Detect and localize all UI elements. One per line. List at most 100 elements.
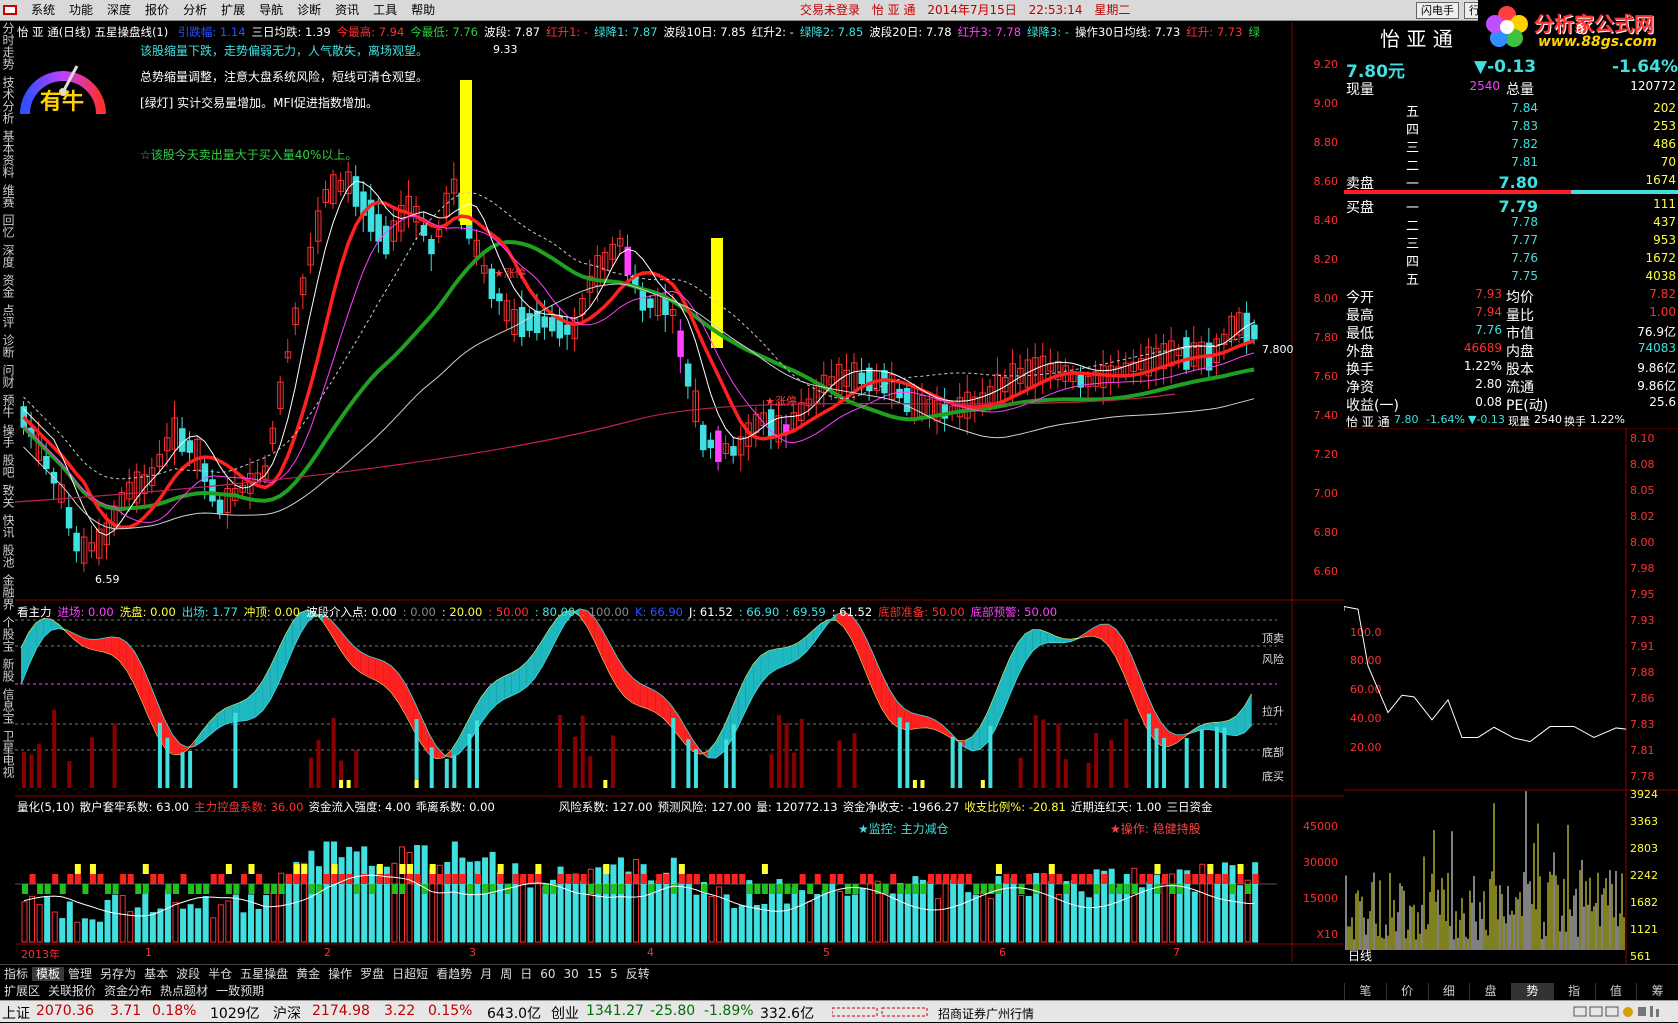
left-tab[interactable]: 个股宝 <box>0 616 15 652</box>
extension-tab[interactable]: 关联报价 <box>44 984 100 998</box>
indicator-tab[interactable]: 基本 <box>140 967 172 981</box>
extension-tab[interactable]: 扩展区 <box>0 984 44 998</box>
indicator1-bar <box>1063 759 1068 788</box>
left-tab[interactable]: 信息宝 <box>0 688 15 724</box>
volume-bar <box>157 908 164 943</box>
candle-body <box>715 430 722 463</box>
left-tab[interactable]: 分时走势 <box>0 22 15 70</box>
extension-tab[interactable]: 一致预期 <box>212 984 268 998</box>
left-tab[interactable]: 技术分析 <box>0 76 15 124</box>
indicator-tab[interactable]: 模板 <box>32 967 65 981</box>
indicator-tab[interactable]: 60 <box>536 967 559 981</box>
indicator1-bar <box>1184 738 1189 788</box>
main-chart-header: 怡 亚 通(日线) 五星操盘线(1) 引跌幅: 1.14 三日均跌: 1.39 今最… <box>17 24 1260 40</box>
left-tab[interactable]: 诊断 <box>0 334 15 358</box>
low-marker: 6.59 <box>95 573 120 586</box>
left-tab[interactable]: 快讯 <box>0 514 15 538</box>
extension-tab[interactable]: 资金分布 <box>100 984 156 998</box>
indicator-tab[interactable]: 黄金 <box>292 967 324 981</box>
right-panel-tab[interactable]: 细 <box>1427 983 1470 1000</box>
flow-block <box>882 884 889 894</box>
left-tab[interactable]: 股池 <box>0 544 15 568</box>
candle-body <box>186 440 194 453</box>
flow-block <box>210 874 217 884</box>
right-panel-tab[interactable]: 笔 <box>1344 983 1386 1000</box>
flow-block <box>240 874 247 884</box>
indicator-tab[interactable]: 管理 <box>64 967 96 981</box>
right-panel-tab[interactable]: 价 <box>1385 983 1428 1000</box>
menu-item[interactable]: 诊断 <box>290 0 328 20</box>
flow-block <box>1139 874 1146 884</box>
left-tab[interactable]: 资金 <box>0 274 15 298</box>
menu-item[interactable]: 功能 <box>62 0 100 20</box>
flow-block <box>1154 864 1161 874</box>
flow-block <box>1222 874 1229 884</box>
indicator-tab[interactable]: 15 <box>583 967 606 981</box>
menu-item[interactable]: 导航 <box>252 0 290 20</box>
summary-price: 7.80 <box>1394 413 1419 426</box>
indicator2-value: 量: 120772.13 <box>756 800 838 814</box>
indicator-tab[interactable]: 月 <box>476 967 496 981</box>
indicator-tab[interactable]: 操作 <box>324 967 356 981</box>
volume-bar <box>1131 867 1138 943</box>
left-tab[interactable]: 点评 <box>0 304 15 328</box>
indicator-tab[interactable]: 指标 <box>0 967 32 981</box>
menu-item[interactable]: 工具 <box>366 0 404 20</box>
left-tab[interactable]: 卫星电视 <box>0 730 15 778</box>
indicator-tab[interactable]: 另存为 <box>96 967 140 981</box>
menu-item[interactable]: 扩展 <box>214 0 252 20</box>
mini-price-tick: 7.91 <box>1630 640 1655 653</box>
indicator-value: 三日均跌: 1.39 <box>251 25 331 39</box>
indicator-tab[interactable]: 反转 <box>622 967 654 981</box>
left-tab[interactable]: 操手 <box>0 424 15 448</box>
extension-tab[interactable]: 热点题材 <box>156 984 212 998</box>
indicator-tab[interactable]: 30 <box>560 967 583 981</box>
indicator-tab[interactable]: 日 <box>516 967 536 981</box>
menu-item[interactable]: 分析 <box>176 0 214 20</box>
menu-item[interactable]: 帮助 <box>404 0 442 20</box>
left-tab[interactable]: 深度 <box>0 244 15 268</box>
price-tick: 7.40 <box>1313 409 1339 422</box>
left-tab[interactable]: 致关 <box>0 484 15 508</box>
left-tab[interactable]: 新股 <box>0 658 15 682</box>
right-panel-tab[interactable]: 势 <box>1511 983 1553 1000</box>
menu-item[interactable]: 深度 <box>100 0 138 20</box>
left-tab[interactable]: 预牛 <box>0 394 15 418</box>
indicator-tab[interactable]: 罗盘 <box>356 967 388 981</box>
menu-item[interactable]: 系统 <box>24 0 62 20</box>
menu-item[interactable]: 资讯 <box>328 0 366 20</box>
right-panel-tab[interactable]: 筹 <box>1636 983 1678 1000</box>
right-panel-tab[interactable]: 值 <box>1594 983 1637 1000</box>
volume-bar <box>1214 883 1221 943</box>
indicator-tab[interactable]: 五星操盘 <box>236 967 292 981</box>
login-status[interactable]: 交易未登录 <box>800 3 860 17</box>
menu-item[interactable]: 报价 <box>138 0 176 20</box>
indicator-tab[interactable]: 看趋势 <box>432 967 476 981</box>
volume-bar <box>950 879 957 943</box>
left-tab[interactable]: 问财 <box>0 364 15 388</box>
left-tab[interactable]: 基本资料 <box>0 130 15 178</box>
indicator1-value: : 20.00 <box>441 605 483 619</box>
flow-block <box>142 864 149 874</box>
left-tab[interactable]: 维赛 <box>0 184 15 208</box>
left-tab[interactable]: 股吧 <box>0 454 15 478</box>
indicator-tab[interactable]: 5 <box>606 967 622 981</box>
indicator1-bar <box>1124 718 1129 788</box>
right-panel-tab[interactable]: 盘 <box>1469 983 1511 1000</box>
volume-bar <box>957 879 964 943</box>
indicator-tab[interactable]: 半仓 <box>204 967 236 981</box>
intraday-mini-chart[interactable]: 100.080.0060.0040.0020.008.108.088.058.0… <box>1344 428 1678 964</box>
indicator-tab[interactable]: 日超短 <box>388 967 432 981</box>
indicator-tab[interactable]: 周 <box>496 967 516 981</box>
left-tab[interactable]: 回忆 <box>0 214 15 238</box>
left-tab[interactable]: 金融界 <box>0 574 15 610</box>
flow-block <box>1101 874 1108 884</box>
indicator-tab[interactable]: 波段 <box>172 967 204 981</box>
stat-row: 收益(一) 0.08 PE(动) 25.6 <box>1344 394 1678 414</box>
price-change: ▼-0.13 <box>1474 57 1537 77</box>
buy-volume: 953 <box>1653 233 1676 247</box>
stat-value: 7.82 <box>1649 287 1676 301</box>
right-panel-tab[interactable]: 指 <box>1552 983 1595 1000</box>
stat-value: 9.86亿 <box>1637 379 1676 393</box>
flash-trade-button[interactable]: 闪电手 <box>1416 2 1459 19</box>
